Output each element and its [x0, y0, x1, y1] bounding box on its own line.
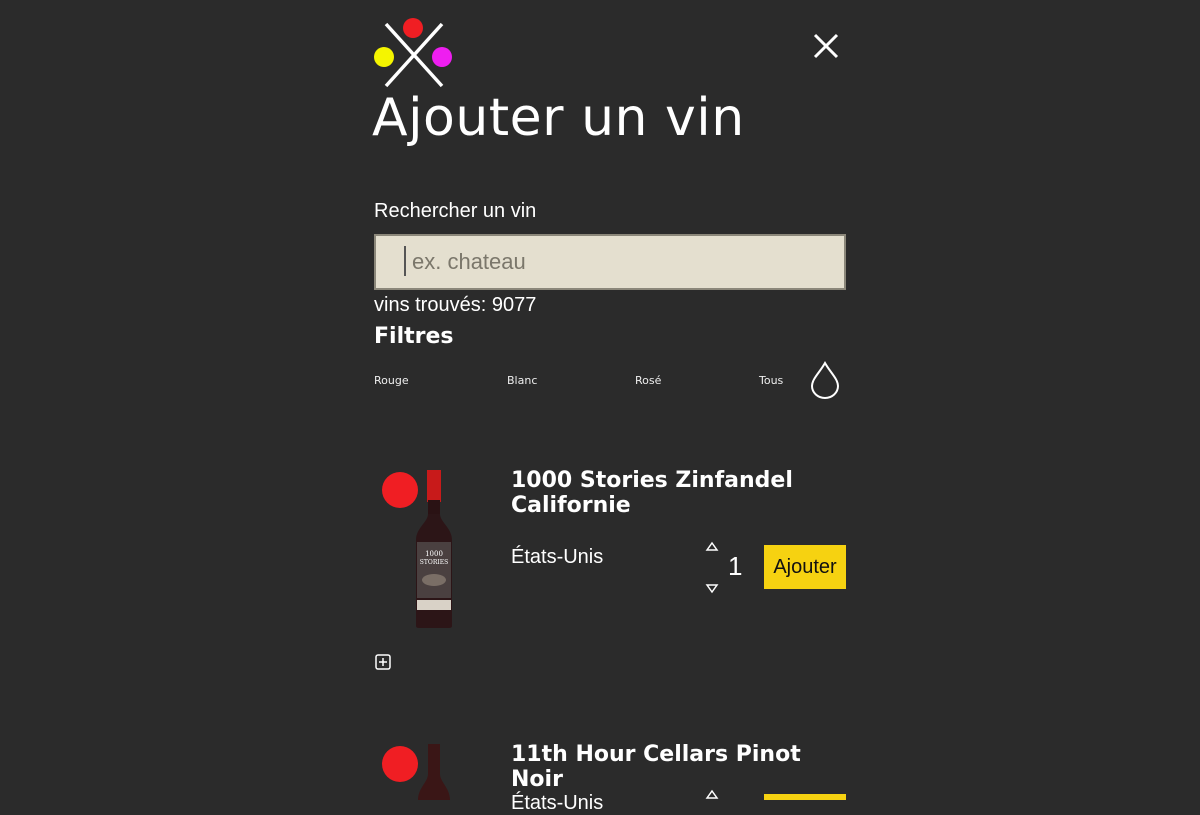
search-label: Rechercher un vin: [374, 200, 537, 222]
quantity-down-icon[interactable]: [705, 583, 719, 595]
add-wine-button[interactable]: Ajouter: [764, 545, 846, 589]
wine-name[interactable]: 1000 Stories Zinfandel Californie: [511, 468, 851, 518]
filter-rose[interactable]: Rosé: [635, 374, 661, 387]
text-caret: [404, 246, 406, 276]
close-icon[interactable]: [810, 30, 842, 62]
quantity-value[interactable]: 1: [728, 551, 742, 582]
wine-logo-icon: [374, 18, 452, 88]
wine-bottle-image: [418, 744, 450, 800]
quantity-up-icon[interactable]: [705, 788, 719, 800]
filter-rouge[interactable]: Rouge: [374, 374, 409, 387]
drop-icon[interactable]: [808, 360, 842, 400]
expand-details-icon[interactable]: [375, 654, 391, 670]
filters-title: Filtres: [374, 324, 454, 349]
search-input[interactable]: [374, 234, 846, 290]
quantity-up-icon[interactable]: [705, 540, 719, 552]
wine-name[interactable]: 11th Hour Cellars Pinot Noir: [511, 742, 851, 792]
wine-bottle-image: 1000 STORIES: [416, 470, 452, 628]
wine-country: États-Unis: [511, 792, 604, 814]
filter-blanc[interactable]: Blanc: [507, 374, 537, 387]
add-wine-button[interactable]: [764, 794, 846, 800]
results-count: vins trouvés: 9077: [374, 294, 537, 316]
wine-country: États-Unis: [511, 546, 604, 568]
svg-text:STORIES: STORIES: [420, 559, 448, 566]
svg-text:1000: 1000: [425, 550, 443, 558]
filter-tous[interactable]: Tous: [759, 374, 783, 387]
page-title: Ajouter un vin: [372, 88, 745, 148]
